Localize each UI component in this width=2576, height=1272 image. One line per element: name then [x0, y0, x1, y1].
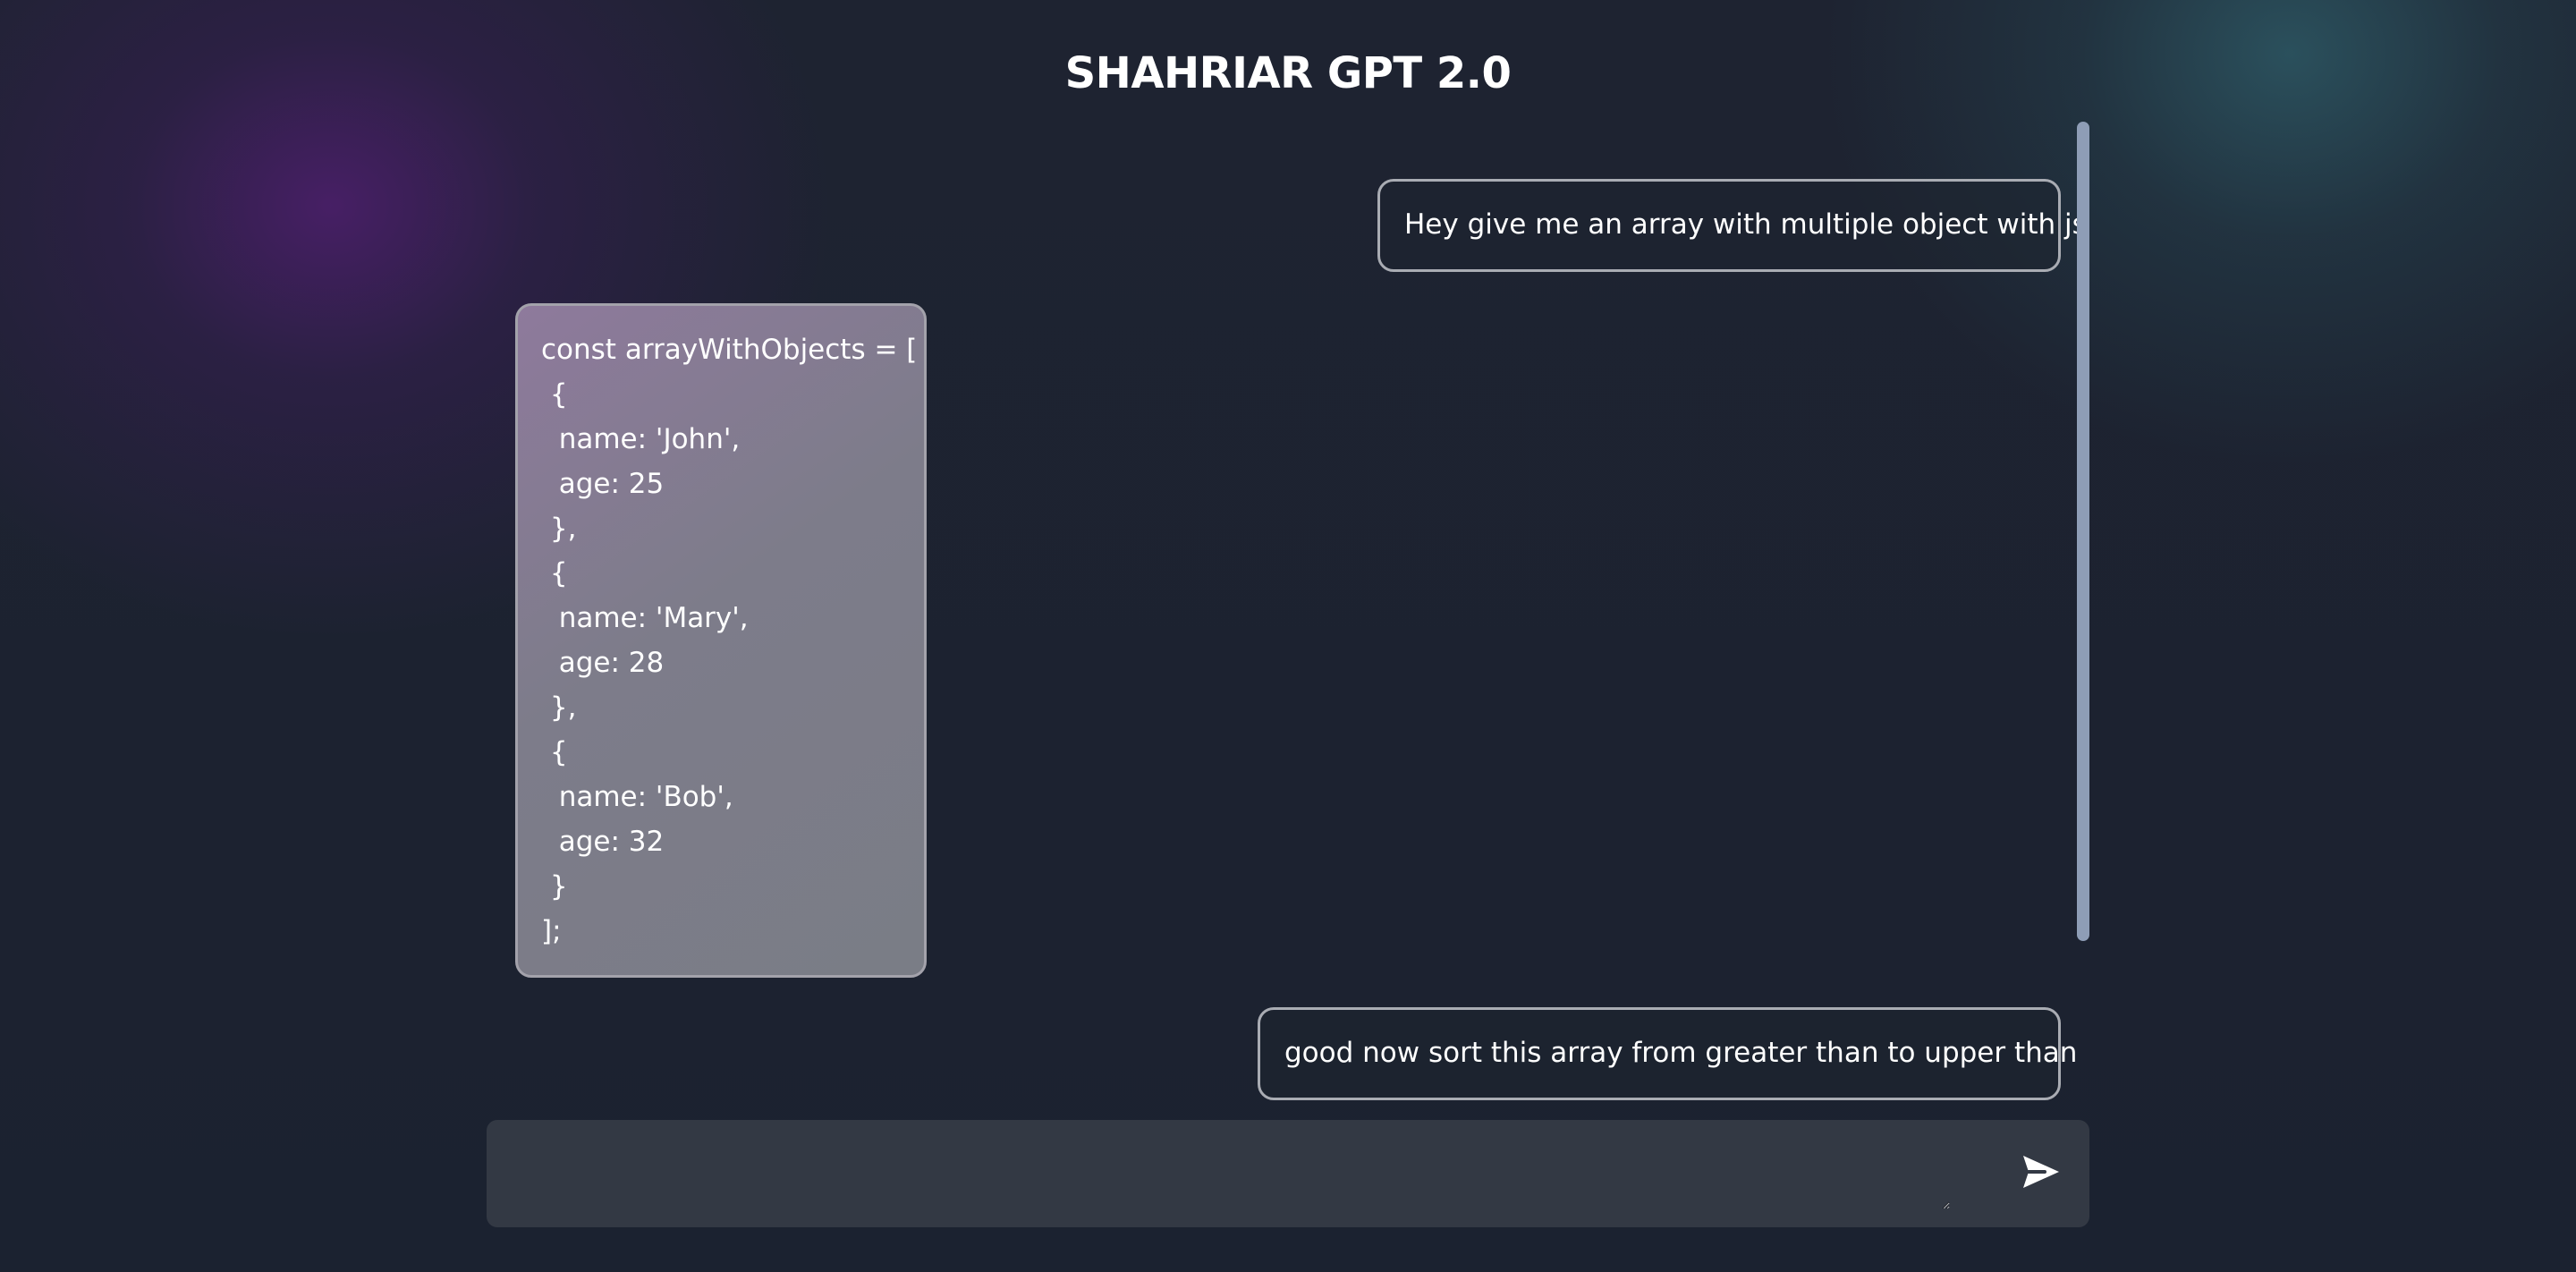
message-composer	[487, 1120, 2089, 1227]
user-message: Hey give me an array with multiple objec…	[1377, 179, 2087, 272]
chat-scrollbar[interactable]	[2077, 118, 2089, 941]
send-button[interactable]	[2016, 1147, 2066, 1197]
app-title: SHAHRIAR GPT 2.0	[1064, 48, 1512, 98]
chat-scrollbar-thumb[interactable]	[2077, 122, 2089, 941]
chat-messages[interactable]: Hey give me an array with multiple objec…	[487, 118, 2089, 1102]
assistant-message: const arrayWithObjects = [ { name: 'John…	[515, 303, 927, 978]
user-message: good now sort this array from greater th…	[1258, 1007, 2077, 1100]
message-input[interactable]	[504, 1134, 1950, 1209]
send-icon	[2023, 1156, 2059, 1188]
